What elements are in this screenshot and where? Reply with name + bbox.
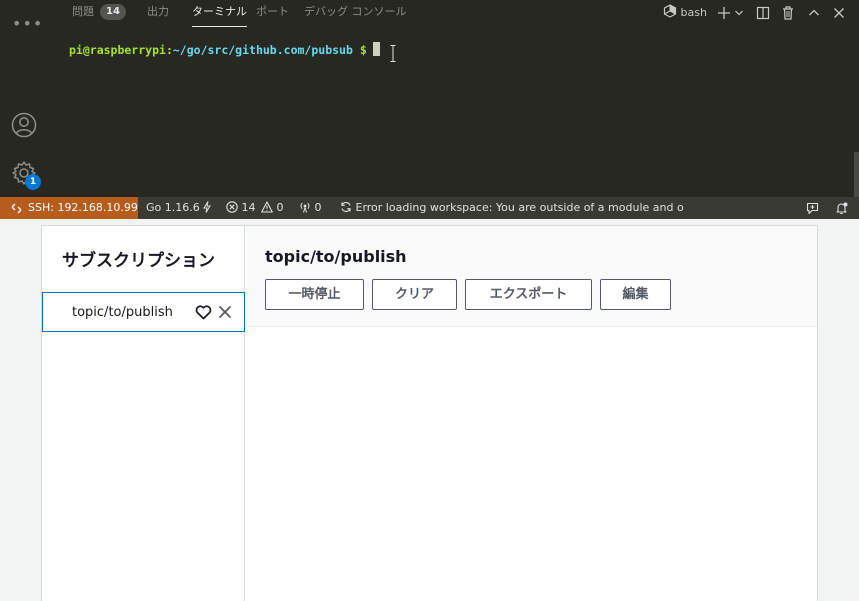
subscription-item[interactable]: topic/to/publish — [42, 292, 245, 332]
settings-badge: 1 — [25, 174, 41, 190]
error-count: 14 — [241, 201, 256, 214]
feedback-icon[interactable] — [806, 202, 819, 215]
tab-debug-console[interactable]: デバッグ コンソール — [304, 4, 407, 26]
tab-label: 出力 — [147, 5, 169, 18]
remote-icon — [11, 203, 22, 214]
prompt-colon: : — [165, 43, 173, 57]
chevron-down-icon[interactable] — [734, 4, 744, 22]
ellipsis-icon[interactable]: ••• — [12, 14, 42, 34]
prompt-user-host: pi@raspberrypi — [69, 43, 166, 57]
export-button[interactable]: エクスポート — [465, 279, 592, 310]
sidebar-title: サブスクリプション — [62, 251, 215, 271]
notifications-bell-icon[interactable] — [835, 202, 848, 215]
vscode-panel: ••• 1 問題 14 出力 ターミナル ポート デバッグ コンソール bash… — [0, 0, 859, 219]
tab-output[interactable]: 出力 — [147, 4, 169, 26]
topic-panel: topic/to/publish 一時停止 クリア エクスポート 編集 — [246, 226, 817, 601]
go-version-item[interactable]: Go 1.16.6 — [146, 197, 212, 219]
message-list — [246, 328, 817, 601]
topic-panel-header: topic/to/publish 一時停止 クリア エクスポート 編集 — [246, 226, 817, 327]
warning-count: 0 — [276, 201, 284, 214]
subscription-topic-label: topic/to/publish — [72, 305, 173, 320]
warning-icon — [261, 201, 273, 213]
error-icon — [226, 201, 238, 213]
terminal-toolbar: bash — [660, 4, 859, 22]
terminal-scrollbar[interactable] — [854, 152, 859, 197]
status-bar: SSH: 192.168.10.99 Go 1.16.6 14 0 0 Erro… — [0, 197, 859, 219]
activity-bar: ••• 1 — [0, 0, 48, 197]
subscriptions-sidebar: サブスクリプション topic/to/publish — [42, 226, 245, 601]
ports-count: 0 — [314, 201, 322, 214]
remote-indicator[interactable]: SSH: 192.168.10.99 — [0, 197, 138, 219]
go-version-label: Go 1.16.6 — [146, 201, 200, 214]
tab-ports[interactable]: ポート — [256, 4, 289, 26]
prompt-dollar: $ — [359, 43, 367, 57]
tab-terminal[interactable]: ターミナル — [192, 4, 247, 27]
tab-label: 問題 — [72, 5, 94, 18]
plus-icon[interactable] — [717, 4, 731, 22]
tab-label: ターミナル — [192, 5, 247, 18]
tab-label: デバッグ コンソール — [304, 5, 407, 18]
ibeam-cursor-icon — [390, 45, 396, 62]
tab-label: ポート — [256, 5, 289, 18]
problems-status-item[interactable]: 14 0 — [226, 197, 284, 219]
terminal-shell-selector[interactable]: bash — [663, 4, 707, 22]
topic-title: topic/to/publish — [265, 247, 407, 266]
sync-icon — [341, 202, 351, 212]
remote-host-label: SSH: 192.168.10.99 — [28, 201, 138, 214]
shell-label: bash — [680, 6, 707, 19]
tab-problems[interactable]: 問題 14 — [72, 4, 126, 26]
edit-button[interactable]: 編集 — [600, 279, 671, 310]
mqtt-client-app: サブスクリプション topic/to/publish topic/to/publ… — [41, 225, 818, 601]
close-icon[interactable] — [832, 4, 846, 22]
workspace-status-item[interactable]: Error loading workspace: You are outside… — [340, 197, 684, 219]
lightning-icon — [203, 201, 212, 213]
workspace-error-message: Error loading workspace: You are outside… — [355, 201, 684, 214]
ports-status-item[interactable]: 0 — [299, 197, 322, 219]
heart-icon[interactable] — [195, 305, 212, 320]
pause-button[interactable]: 一時停止 — [265, 279, 364, 310]
split-icon[interactable] — [756, 4, 770, 22]
chevron-up-icon[interactable] — [807, 4, 821, 22]
close-icon[interactable] — [218, 305, 232, 319]
broadcast-icon — [300, 202, 310, 213]
trash-icon[interactable] — [781, 4, 795, 22]
terminal-cursor — [372, 42, 380, 56]
bash-shell-icon — [663, 4, 677, 18]
account-icon[interactable] — [11, 112, 37, 138]
clear-button[interactable]: クリア — [372, 279, 457, 310]
problems-count-badge: 14 — [100, 4, 126, 20]
terminal-prompt[interactable]: pi@raspberrypi:~/go/src/github.com/pubsu… — [69, 42, 380, 58]
prompt-path: ~/go/src/github.com/pubsub — [172, 43, 353, 57]
